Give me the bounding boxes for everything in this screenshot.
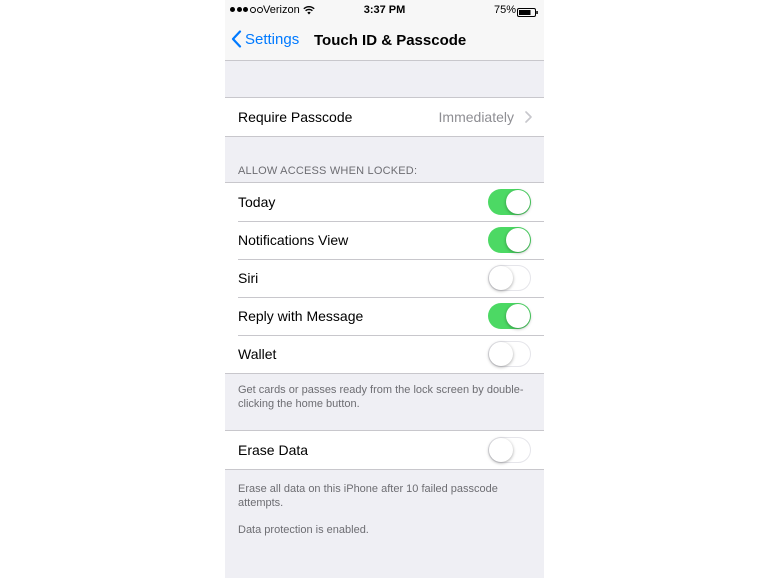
require-passcode-row[interactable]: Require Passcode Immediately <box>225 98 544 136</box>
toggle-knob <box>489 266 513 290</box>
wallet-toggle[interactable] <box>488 341 531 367</box>
wallet-footer-text: Get cards or passes ready from the lock … <box>238 384 524 410</box>
erase-data-group: Erase Data <box>225 430 544 470</box>
phone-screen: Verizon 3:37 PM 75% Settings Touch ID & … <box>225 0 544 578</box>
toggle-label: Notifications View <box>238 232 349 248</box>
toggle-knob <box>506 190 530 214</box>
back-button[interactable]: Settings <box>231 30 299 48</box>
status-bar: Verizon 3:37 PM 75% <box>225 0 544 22</box>
toggle-knob <box>489 342 513 366</box>
list-item-siri: Siri <box>225 259 544 297</box>
toggle-label: Today <box>238 194 276 210</box>
erase-data-toggle[interactable] <box>488 437 531 463</box>
list-item-reply-with-message: Reply with Message <box>225 297 544 335</box>
require-passcode-label: Require Passcode <box>238 109 353 125</box>
navigation-bar: Settings Touch ID & Passcode <box>225 22 544 61</box>
list-item-wallet: Wallet <box>225 335 544 373</box>
data-protection-note: Data protection is enabled. <box>238 524 369 536</box>
battery-icon <box>517 8 538 17</box>
require-passcode-group: Require Passcode Immediately <box>225 97 544 137</box>
reply-with-message-toggle[interactable] <box>488 303 531 329</box>
toggle-label: Siri <box>238 270 259 286</box>
list-item-erase-data: Erase Data <box>225 431 544 469</box>
chevron-left-icon <box>231 30 242 48</box>
toggle-label: Wallet <box>238 346 277 362</box>
page-title: Touch ID & Passcode <box>314 32 467 49</box>
erase-data-label: Erase Data <box>238 442 309 458</box>
require-passcode-value: Immediately <box>438 109 514 125</box>
erase-data-footer-text: Erase all data on this iPhone after 10 f… <box>238 483 498 509</box>
toggle-knob <box>506 304 530 328</box>
battery-percentage: 75% <box>493 4 516 16</box>
toggle-label: Reply with Message <box>238 308 364 324</box>
list-item-notifications-view: Notifications View <box>225 221 544 259</box>
today-toggle[interactable] <box>488 189 531 215</box>
list-item-today: Today <box>225 183 544 221</box>
chevron-right-icon <box>525 111 532 123</box>
siri-toggle[interactable] <box>488 265 531 291</box>
notifications-view-toggle[interactable] <box>488 227 531 253</box>
allow-access-header: ALLOW ACCESS WHEN LOCKED: <box>238 165 418 177</box>
toggle-knob <box>489 438 513 462</box>
allow-access-group: Today Notifications View Siri Reply with… <box>225 182 544 374</box>
back-button-label: Settings <box>245 30 300 48</box>
toggle-knob <box>506 228 530 252</box>
